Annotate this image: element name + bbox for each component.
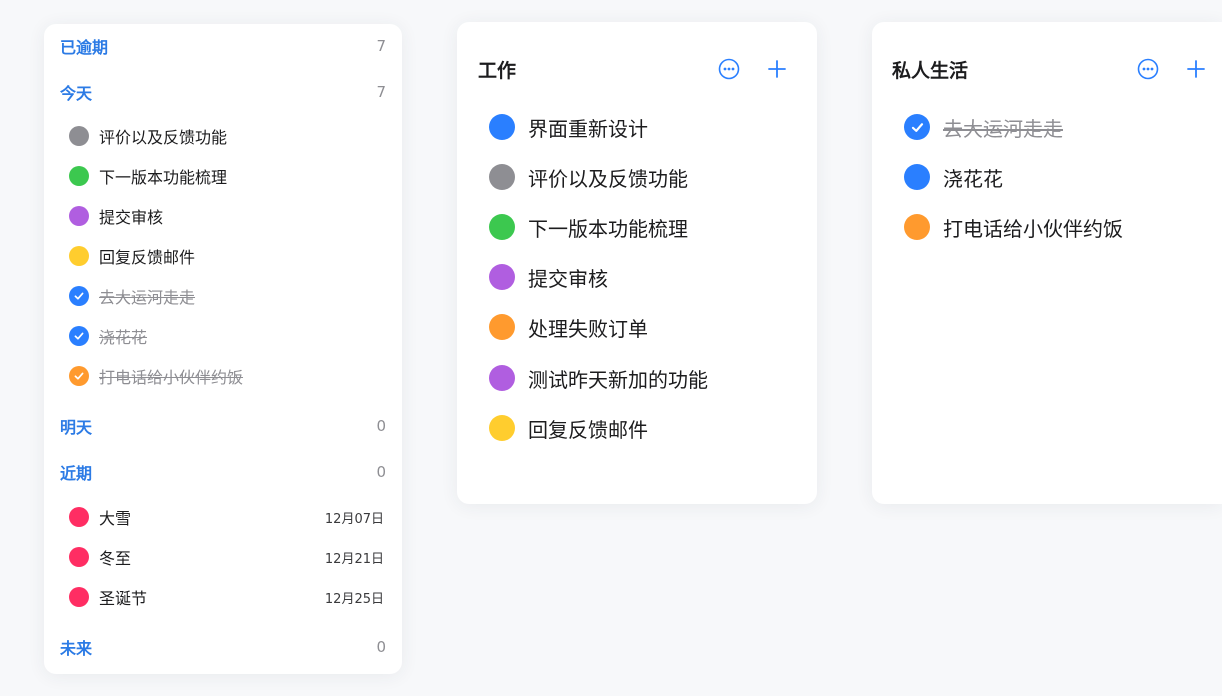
- project-card-work: 工作 界面重新设计 评价以及反馈功能 下一版本功能梳理 提交审核 处理失败订单 …: [457, 22, 817, 504]
- task-label: 界面重新设计: [528, 116, 648, 141]
- event-date: 12月07日: [324, 511, 384, 527]
- task-status-circle[interactable]: [69, 366, 89, 386]
- event-label: 大雪: [99, 509, 132, 528]
- task-label: 评价以及反馈功能: [528, 166, 688, 191]
- task-label: 提交审核: [99, 208, 164, 227]
- task-status-circle[interactable]: [489, 214, 515, 240]
- section-today-count: 7: [376, 83, 386, 101]
- section-today-title: 今天: [60, 84, 93, 103]
- project-card-personal: 私人生活 去大运河走走 浇花花 打电话给小伙伴约饭: [872, 22, 1222, 504]
- project-title: 私人生活: [892, 59, 969, 82]
- task-label: 回复反馈邮件: [528, 417, 648, 442]
- task-label: 处理失败订单: [528, 316, 648, 341]
- section-tomorrow-title: 明天: [60, 418, 93, 437]
- project-header: 私人生活: [892, 55, 1208, 83]
- personal-task-item[interactable]: 去大运河走走: [904, 112, 1202, 142]
- task-status-circle[interactable]: [489, 365, 515, 391]
- task-status-circle[interactable]: [904, 114, 930, 140]
- task-label: 浇花花: [99, 328, 148, 347]
- task-status-circle[interactable]: [489, 114, 515, 140]
- task-label: 下一版本功能梳理: [528, 216, 688, 241]
- work-task-item[interactable]: 测试昨天新加的功能: [489, 363, 797, 393]
- upcoming-event-item[interactable]: 大雪 12月07日: [69, 505, 386, 529]
- event-color-dot: [69, 587, 89, 607]
- today-task-item[interactable]: 去大运河走走: [69, 284, 386, 308]
- work-task-item[interactable]: 评价以及反馈功能: [489, 162, 797, 192]
- section-future-count: 0: [376, 638, 386, 656]
- today-task-item[interactable]: 提交审核: [69, 204, 386, 228]
- personal-task-item[interactable]: 打电话给小伙伴约饭: [904, 212, 1202, 242]
- event-date: 12月21日: [324, 551, 384, 567]
- section-today[interactable]: 今天 7: [60, 80, 386, 104]
- today-task-item[interactable]: 评价以及反馈功能: [69, 124, 386, 148]
- work-task-item[interactable]: 下一版本功能梳理: [489, 212, 797, 242]
- task-status-circle[interactable]: [489, 314, 515, 340]
- task-label: 打电话给小伙伴约饭: [943, 216, 1123, 241]
- upcoming-event-item[interactable]: 冬至 12月21日: [69, 545, 386, 569]
- today-task-item[interactable]: 下一版本功能梳理: [69, 164, 386, 188]
- smart-list-panel: 已逾期 7 今天 7 评价以及反馈功能 下一版本功能梳理 提交审核 回复反馈邮件…: [44, 24, 402, 674]
- task-status-circle[interactable]: [904, 214, 930, 240]
- today-task-item[interactable]: 打电话给小伙伴约饭: [69, 364, 386, 388]
- task-status-circle[interactable]: [69, 286, 89, 306]
- event-label: 圣诞节: [99, 589, 148, 608]
- add-task-icon[interactable]: [765, 57, 789, 81]
- task-status-circle[interactable]: [69, 206, 89, 226]
- work-task-item[interactable]: 提交审核: [489, 262, 797, 292]
- section-overdue-title: 已逾期: [60, 38, 109, 57]
- task-label: 回复反馈邮件: [99, 248, 196, 267]
- task-label: 下一版本功能梳理: [99, 168, 228, 187]
- section-overdue[interactable]: 已逾期 7: [60, 34, 386, 58]
- event-color-dot: [69, 547, 89, 567]
- task-status-circle[interactable]: [489, 264, 515, 290]
- section-upcoming[interactable]: 近期 0: [60, 460, 386, 484]
- event-color-dot: [69, 507, 89, 527]
- section-tomorrow[interactable]: 明天 0: [60, 414, 386, 438]
- task-status-circle[interactable]: [69, 246, 89, 266]
- event-label: 冬至: [99, 549, 132, 568]
- today-task-item[interactable]: 浇花花: [69, 324, 386, 348]
- section-upcoming-count: 0: [376, 463, 386, 481]
- section-future[interactable]: 未来 0: [60, 635, 386, 659]
- task-status-circle[interactable]: [904, 164, 930, 190]
- project-header: 工作: [478, 55, 789, 83]
- work-task-item[interactable]: 界面重新设计: [489, 112, 797, 142]
- task-label: 评价以及反馈功能: [99, 128, 228, 147]
- task-label: 去大运河走走: [943, 116, 1063, 141]
- more-options-icon[interactable]: [1136, 57, 1160, 81]
- add-task-icon[interactable]: [1184, 57, 1208, 81]
- event-date: 12月25日: [324, 591, 384, 607]
- task-status-circle[interactable]: [69, 126, 89, 146]
- today-task-item[interactable]: 回复反馈邮件: [69, 244, 386, 268]
- work-task-item[interactable]: 处理失败订单: [489, 312, 797, 342]
- section-overdue-count: 7: [376, 37, 386, 55]
- section-upcoming-title: 近期: [60, 464, 93, 483]
- task-label: 打电话给小伙伴约饭: [99, 368, 244, 387]
- work-task-item[interactable]: 回复反馈邮件: [489, 413, 797, 443]
- task-status-circle[interactable]: [489, 164, 515, 190]
- task-label: 去大运河走走: [99, 288, 196, 307]
- task-status-circle[interactable]: [489, 415, 515, 441]
- task-label: 测试昨天新加的功能: [528, 367, 708, 392]
- more-options-icon[interactable]: [717, 57, 741, 81]
- section-future-title: 未来: [60, 639, 93, 658]
- task-label: 浇花花: [943, 166, 1003, 191]
- project-title: 工作: [478, 59, 517, 82]
- personal-task-item[interactable]: 浇花花: [904, 162, 1202, 192]
- task-status-circle[interactable]: [69, 166, 89, 186]
- task-label: 提交审核: [528, 266, 608, 291]
- upcoming-event-item[interactable]: 圣诞节 12月25日: [69, 585, 386, 609]
- section-tomorrow-count: 0: [376, 417, 386, 435]
- task-status-circle[interactable]: [69, 326, 89, 346]
